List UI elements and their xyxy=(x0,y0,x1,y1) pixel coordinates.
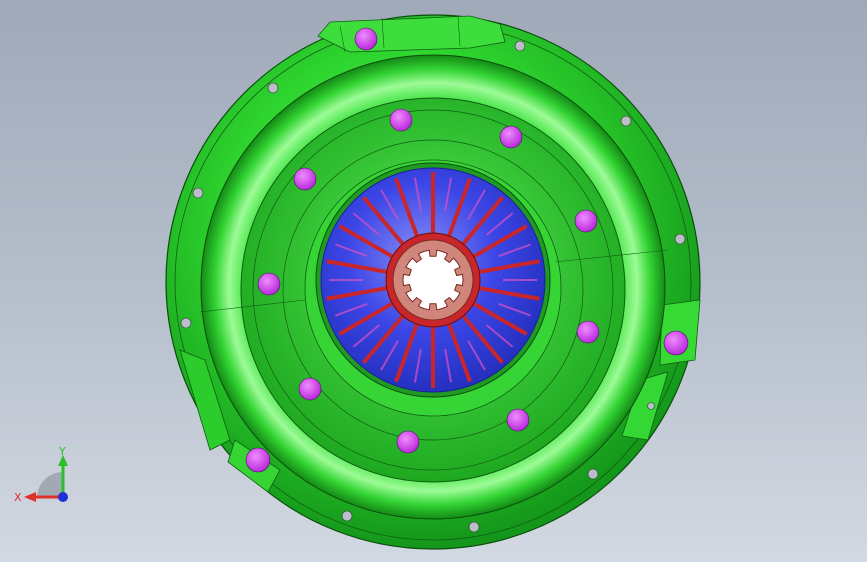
small-hole xyxy=(620,115,632,127)
bolt-hole[interactable] xyxy=(389,108,413,132)
bolt-hole[interactable] xyxy=(257,272,281,296)
small-hole xyxy=(180,317,192,329)
small-hole xyxy=(674,233,686,245)
bolt-hole[interactable] xyxy=(499,125,523,149)
bolt-hole[interactable] xyxy=(293,167,317,191)
splined-hub[interactable] xyxy=(385,232,481,328)
x-axis-label: X xyxy=(14,491,22,504)
triad-quadrant xyxy=(37,472,63,497)
small-hole xyxy=(647,402,655,410)
bolt-hole[interactable] xyxy=(298,377,322,401)
bolt-hole[interactable] xyxy=(576,320,600,344)
bolt-hole[interactable] xyxy=(245,447,271,473)
z-axis-dot xyxy=(58,492,68,502)
bolt-hole[interactable] xyxy=(574,209,598,233)
bolt-hole[interactable] xyxy=(354,27,378,51)
small-hole xyxy=(514,40,526,52)
small-hole xyxy=(267,82,279,94)
x-axis-arrow-head xyxy=(24,492,36,502)
spline-bore xyxy=(402,249,464,311)
y-axis-label: Y xyxy=(58,445,66,458)
axis-triad: X Y xyxy=(14,445,68,504)
small-hole xyxy=(341,510,353,522)
bolt-hole[interactable] xyxy=(663,330,689,356)
model-viewport[interactable]: X Y xyxy=(0,0,867,562)
bolt-hole[interactable] xyxy=(396,430,420,454)
small-hole xyxy=(587,468,599,480)
small-hole xyxy=(192,187,204,199)
top-mounting-lug xyxy=(317,15,506,53)
bolt-hole[interactable] xyxy=(506,408,530,432)
small-hole xyxy=(468,521,480,533)
